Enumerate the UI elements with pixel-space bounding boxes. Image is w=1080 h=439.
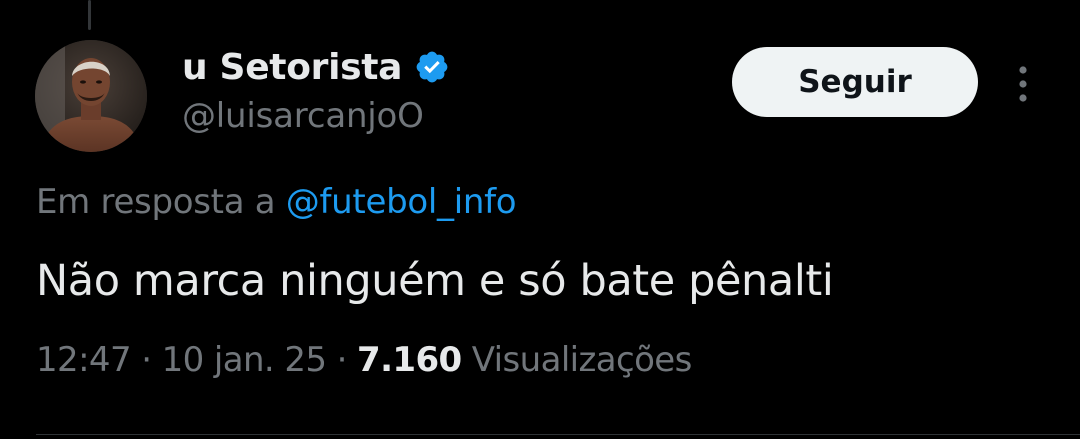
meta-separator: · [130, 340, 162, 380]
tweet-meta: 12:47 · 10 jan. 25 · 7.160 Visualizações [36, 340, 692, 380]
views-label[interactable]: Visualizações [462, 340, 693, 380]
tweet-time[interactable]: 12:47 [36, 340, 132, 380]
reply-prefix: Em resposta a [36, 182, 286, 222]
tweet-date[interactable]: 10 jan. 25 [162, 340, 327, 380]
more-vertical-icon [1019, 66, 1027, 102]
reply-context: Em resposta a @futebol_info [36, 182, 517, 222]
divider [36, 434, 1080, 435]
views-count[interactable]: 7.160 [357, 340, 462, 380]
author-handle[interactable]: @luisarcanjoO [182, 96, 424, 136]
author-name-row[interactable]: u Setorista [182, 42, 450, 92]
more-options-button[interactable] [1008, 62, 1038, 106]
thread-connector-line [88, 0, 91, 30]
author-display-name[interactable]: u Setorista [182, 47, 402, 88]
meta-separator: · [326, 340, 358, 380]
reply-mention-link[interactable]: @futebol_info [286, 182, 517, 222]
avatar[interactable] [35, 40, 147, 152]
follow-button[interactable]: Seguir [732, 47, 978, 117]
tweet-text: Não marca ninguém e só bate pênalti [36, 256, 834, 306]
avatar-photo [35, 40, 147, 152]
verified-badge-icon[interactable] [414, 49, 450, 85]
